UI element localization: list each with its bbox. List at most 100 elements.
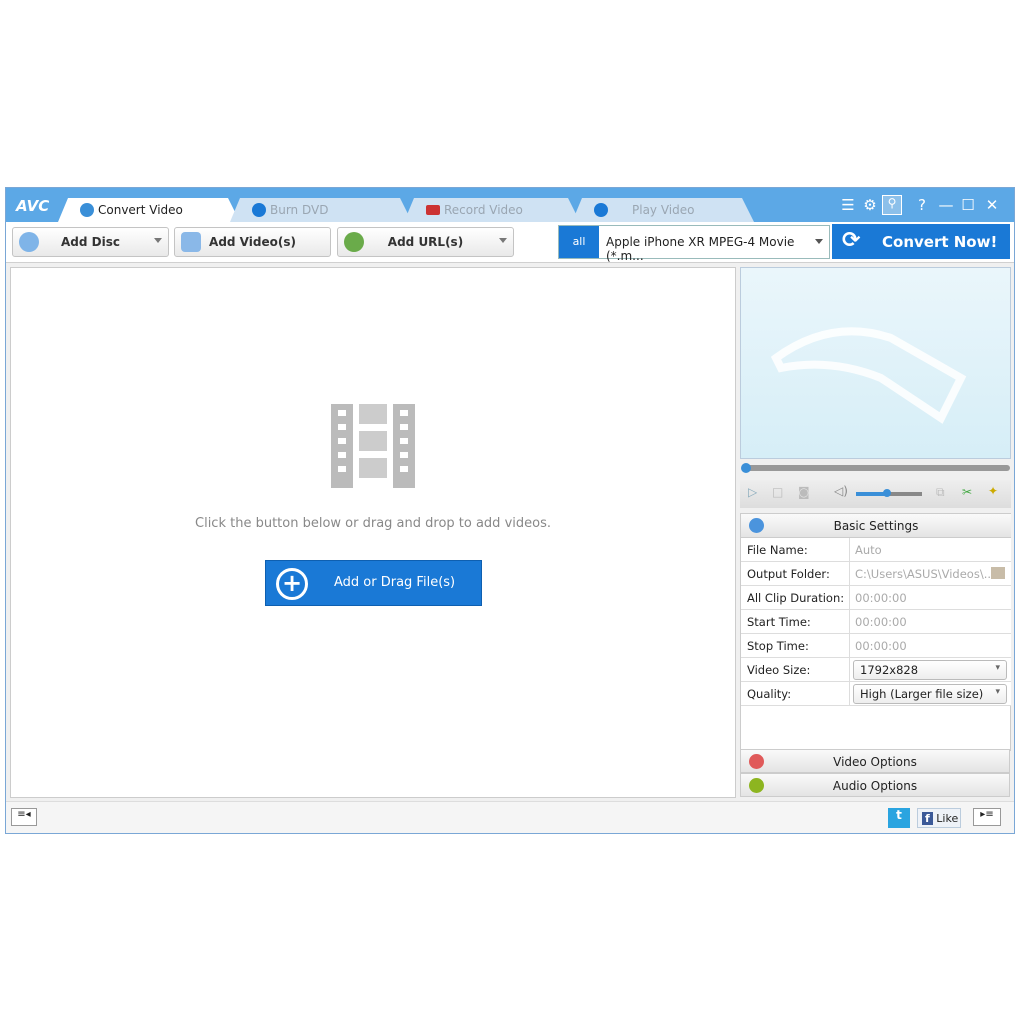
maximize-button[interactable]: ☐ [958,196,978,214]
row-output-folder: Output Folder: C:\Users\ASUS\Videos\... [741,562,1011,586]
toggle-list-icon[interactable]: ≡◂ [11,808,37,826]
refresh-icon: ⟳ [842,228,861,253]
label: File Name: [747,543,808,557]
merge-icon[interactable]: ⧉ [936,485,945,500]
convert-label: Convert Now! [882,232,998,251]
basic-settings-panel: Basic Settings File Name: Auto Output Fol… [740,513,1011,751]
add-button-label: Add or Drag File(s) [334,575,456,590]
film-icon [181,232,201,252]
log-icon[interactable]: ☰ [838,196,858,214]
tab-label: Record Video [444,203,523,217]
add-videos-label: Add Video(s) [209,235,296,249]
play-icon [594,203,608,217]
add-disc-label: Add Disc [61,235,120,249]
magic-wand-icon[interactable]: ✦ [988,484,998,498]
film-strip-icon [331,404,415,488]
folder-icon[interactable] [991,567,1005,579]
chevron-down-icon[interactable] [499,238,507,247]
camera-icon[interactable]: ◙ [798,485,810,499]
key-icon[interactable]: ⚲ [882,195,902,215]
globe-icon [344,232,364,252]
like-label: Like [936,812,959,825]
row-start-time: Start Time: 00:00:00 [741,610,1011,634]
duration-value: 00:00:00 [855,591,907,605]
label: Quality: [747,687,792,701]
player-controls: ▷ □ ◙ ◁) ⧉ ✂ ✦ [740,480,1011,508]
chevron-down-icon[interactable] [154,238,162,247]
header-label: Basic Settings [833,519,919,533]
volume-icon[interactable]: ◁) [834,484,848,498]
status-bar: ≡◂ t f Like ▸≡ [6,801,1014,833]
chevron-down-icon [815,239,823,248]
add-url-label: Add URL(s) [387,235,464,249]
minimize-button[interactable]: — [936,196,956,214]
video-options-header[interactable]: Video Options [740,749,1010,773]
label: Start Time: [747,615,811,629]
label: All Clip Duration: [747,591,845,605]
output-profile-select[interactable]: all Apple iPhone XR MPEG-4 Movie (*.m... [558,225,830,263]
header-label: Audio Options [832,779,918,793]
film-reel-icon [771,327,967,424]
file-name-input[interactable]: Auto [855,543,882,557]
file-list-area[interactable]: Click the button below or drag and drop … [10,267,736,798]
label: Stop Time: [747,639,809,653]
facebook-icon: f [922,812,933,825]
gear-icon[interactable]: ⚙ [860,196,880,214]
scissors-icon[interactable]: ✂ [962,485,972,499]
tab-play-video[interactable]: Play Video [572,198,754,222]
add-url-button[interactable]: Add URL(s) [337,227,514,257]
speaker-icon [749,778,764,793]
tab-label: Burn DVD [270,203,329,217]
add-or-drag-button[interactable]: + Add or Drag File(s) [265,560,482,606]
label: Output Folder: [747,567,830,581]
row-video-size: Video Size: 1792x828 [741,658,1011,682]
close-button[interactable]: ✕ [982,196,1002,214]
row-quality: Quality: High (Larger file size) [741,682,1011,706]
toolbar: Add Disc Add Video(s) Add URL(s) all App… [6,222,1014,263]
tab-burn-dvd[interactable]: Burn DVD [230,198,412,222]
toggle-panel-icon[interactable]: ▸≡ [973,808,1001,826]
profile-label: Apple iPhone XR MPEG-4 Movie (*.m... [606,235,795,263]
wrench-icon [749,518,764,533]
audio-options-header[interactable]: Audio Options [740,773,1010,797]
twitter-icon[interactable]: t [888,808,910,828]
facebook-like-button[interactable]: f Like [917,808,961,828]
quality-select[interactable]: High (Larger file size) [853,684,1007,704]
add-disc-button[interactable]: Add Disc [12,227,169,257]
row-file-name: File Name: Auto [741,538,1011,562]
video-size-select[interactable]: 1792x828 [853,660,1007,680]
add-videos-button[interactable]: Add Video(s) [174,227,331,257]
app-window: AVC Convert Video Burn DVD Record Video … [5,187,1015,834]
seek-handle[interactable] [741,463,751,473]
disc-icon [252,203,266,217]
tab-label: Convert Video [98,203,183,217]
film-icon [749,754,764,769]
seek-bar[interactable] [741,463,1010,473]
start-time-input[interactable]: 00:00:00 [855,615,907,629]
label: Video Size: [747,663,811,677]
drop-hint: Click the button below or drag and drop … [195,516,551,531]
convert-icon [80,203,94,217]
basic-settings-header[interactable]: Basic Settings [741,514,1011,538]
title-bar: AVC Convert Video Burn DVD Record Video … [6,188,1014,222]
disc-icon [19,232,39,252]
stop-icon[interactable]: □ [772,485,783,499]
app-logo: AVC [16,197,50,215]
row-duration: All Clip Duration: 00:00:00 [741,586,1011,610]
output-folder-input[interactable]: C:\Users\ASUS\Videos\... [855,567,995,581]
video-preview [740,267,1011,459]
volume-slider[interactable] [856,489,922,497]
plus-icon: + [276,568,308,600]
right-panel: ▷ □ ◙ ◁) ⧉ ✂ ✦ Basic Settings File Name:… [740,267,1011,798]
convert-now-button[interactable]: ⟳ Convert Now! [832,224,1010,259]
header-label: Video Options [833,755,917,769]
profile-icon: all [559,226,599,258]
volume-handle[interactable] [883,489,891,497]
play-icon[interactable]: ▷ [748,485,757,499]
tab-label: Play Video [632,203,695,217]
record-icon [426,205,440,215]
tab-record-video[interactable]: Record Video [404,198,580,222]
stop-time-input[interactable]: 00:00:00 [855,639,907,653]
help-button[interactable]: ? [912,196,932,214]
tab-convert-video[interactable]: Convert Video [58,198,240,222]
